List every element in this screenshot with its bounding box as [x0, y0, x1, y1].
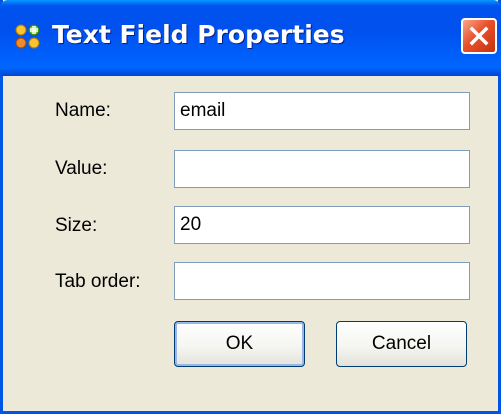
value-field[interactable]: [174, 150, 470, 188]
tab-order-label: Tab order:: [55, 271, 141, 292]
value-label: Value:: [55, 158, 108, 179]
size-label: Size:: [55, 215, 98, 236]
cancel-button[interactable]: Cancel: [336, 321, 467, 367]
size-field[interactable]: [174, 206, 470, 244]
name-label: Name:: [55, 100, 111, 121]
close-icon: [469, 26, 489, 46]
dialog-window: Text Field Properties Name: Value: Size:…: [0, 0, 501, 414]
window-title: Text Field Properties: [52, 20, 345, 49]
name-field[interactable]: [174, 92, 470, 130]
properties-icon: [14, 23, 42, 51]
close-button[interactable]: [461, 18, 497, 54]
ok-button[interactable]: OK: [174, 321, 305, 367]
title-bar[interactable]: Text Field Properties: [0, 0, 501, 76]
tab-order-field[interactable]: [174, 262, 470, 300]
